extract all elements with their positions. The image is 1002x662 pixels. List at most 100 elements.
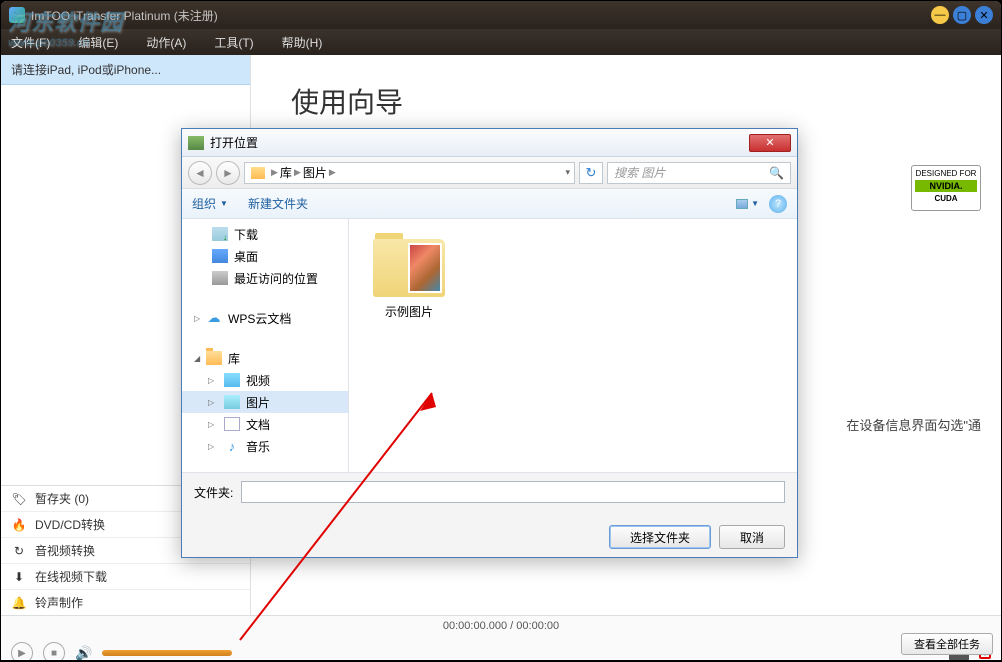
tree-label: 下载 — [234, 226, 258, 243]
select-folder-button[interactable]: 选择文件夹 — [609, 525, 711, 549]
download-icon: ⬇ — [11, 569, 27, 585]
folder-content-pane[interactable]: 示例图片 — [349, 219, 797, 472]
foldername-label: 文件夹: — [194, 484, 233, 501]
dialog-titlebar: 打开位置 ✕ — [182, 129, 797, 157]
collapse-icon[interactable]: ◢ — [194, 354, 200, 363]
music-icon: ♪ — [224, 439, 240, 453]
sidebar-item-label: 铃声制作 — [35, 594, 83, 611]
fire-icon: 🔥 — [11, 517, 27, 533]
recent-icon — [212, 271, 228, 285]
folder-icon — [251, 167, 265, 179]
tree-item-pictures[interactable]: ▷图片 — [182, 391, 348, 413]
menu-file[interactable]: 文件(F) — [11, 34, 50, 51]
sidebar-item-label: 暂存夹 (0) — [35, 490, 89, 507]
menu-help[interactable]: 帮助(H) — [282, 34, 323, 51]
maximize-button[interactable]: ▢ — [953, 6, 971, 24]
wizard-title: 使用向导 — [291, 81, 981, 121]
tag-icon: 🏷 — [11, 491, 27, 507]
menu-action[interactable]: 动作(A) — [146, 34, 186, 51]
tree-item-library[interactable]: ◢库 — [182, 347, 348, 369]
video-icon — [224, 373, 240, 387]
documents-icon — [224, 417, 240, 431]
search-input[interactable]: 搜索 图片 🔍 — [607, 162, 791, 184]
open-location-dialog: 打开位置 ✕ ◄ ► ▶ 库 ▶ 图片 ▶ ▾ ↻ 搜索 图片 🔍 组织 ▼ 新… — [181, 128, 798, 558]
volume-icon[interactable]: 🔊 — [75, 645, 92, 661]
view-icon — [736, 199, 748, 209]
pictures-icon — [224, 395, 240, 409]
folder-icon — [373, 239, 445, 297]
nav-back-button[interactable]: ◄ — [188, 161, 212, 185]
tree-label: WPS云文档 — [228, 310, 291, 327]
chevron-right-icon: ▶ — [271, 167, 278, 178]
window-title: ImTOO iTransfer Platinum (未注册) — [31, 7, 931, 24]
expand-icon[interactable]: ▷ — [208, 442, 214, 451]
breadcrumb-item[interactable]: 图片 — [303, 164, 327, 181]
dialog-close-button[interactable]: ✕ — [749, 134, 791, 152]
refresh-icon: ↻ — [11, 543, 27, 559]
tree-item-recent[interactable]: 最近访问的位置 — [182, 267, 348, 289]
nvidia-cuda-badge: DESIGNED FOR NVIDIA. CUDA — [911, 165, 981, 211]
expand-icon[interactable]: ▷ — [208, 420, 214, 429]
minimize-button[interactable]: — — [931, 6, 949, 24]
menu-tools[interactable]: 工具(T) — [214, 34, 253, 51]
tree-label: 库 — [228, 350, 240, 367]
tree-item-video[interactable]: ▷ 视频 — [182, 369, 348, 391]
toolbar-label: 组织 — [192, 195, 216, 212]
sidebar-item-label: DVD/CD转换 — [35, 516, 105, 533]
sidebar-item-download[interactable]: ⬇ 在线视频下载 — [1, 563, 250, 589]
chevron-down-icon: ▼ — [220, 199, 228, 208]
library-icon — [206, 351, 222, 365]
tree-item-downloads[interactable]: 下载 — [182, 223, 348, 245]
tree-item-desktop[interactable]: 桌面 — [182, 245, 348, 267]
dialog-toolbar: 组织 ▼ 新建文件夹 ▼ ? — [182, 189, 797, 219]
nav-forward-button[interactable]: ► — [216, 161, 240, 185]
dialog-icon — [188, 136, 204, 150]
sidebar-item-ringtone[interactable]: 🔔 铃声制作 — [1, 589, 250, 615]
search-placeholder: 搜索 图片 — [614, 164, 665, 181]
tree-item-music[interactable]: ▷ ♪ 音乐 — [182, 435, 348, 457]
expand-icon[interactable]: ▷ — [208, 398, 214, 407]
chevron-down-icon[interactable]: ▾ — [565, 167, 570, 178]
bell-icon: 🔔 — [11, 595, 27, 611]
chevron-right-icon: ▶ — [329, 167, 336, 178]
chevron-down-icon: ▼ — [751, 199, 759, 208]
play-button[interactable]: ▶ — [11, 642, 33, 660]
menubar: 文件(F) 编辑(E) 动作(A) 工具(T) 帮助(H) — [1, 29, 1001, 55]
cloud-icon: ☁ — [206, 311, 222, 325]
nvidia-logo: NVIDIA. — [915, 180, 977, 192]
close-button[interactable]: ✕ — [975, 6, 993, 24]
tree-label: 最近访问的位置 — [234, 270, 318, 287]
organize-menu[interactable]: 组织 ▼ — [192, 195, 228, 212]
tree-label: 视频 — [246, 372, 270, 389]
expand-icon[interactable]: ▷ — [194, 314, 200, 323]
badge-text: CUDA — [915, 194, 977, 203]
time-display: 00:00:00.000 / 00:00:00 — [11, 620, 991, 634]
search-icon: 🔍 — [769, 166, 784, 180]
volume-slider[interactable] — [102, 650, 232, 656]
app-icon — [9, 7, 25, 23]
folder-sample-pictures[interactable]: 示例图片 — [369, 239, 449, 320]
view-all-tasks-button[interactable]: 查看全部任务 — [901, 633, 993, 655]
hint-text: 在设备信息界面勾选"通 — [846, 415, 981, 434]
tree-item-wps[interactable]: ▷ ☁ WPS云文档 — [182, 307, 348, 329]
cancel-button[interactable]: 取消 — [719, 525, 785, 549]
view-mode-button[interactable]: ▼ — [736, 199, 759, 209]
folder-tree: 下载 桌面 最近访问的位置 ▷☁WPS云文档 ◢库 ▷视频 ▷图片 ▷文档 ▷♪… — [182, 219, 349, 472]
breadcrumb[interactable]: ▶ 库 ▶ 图片 ▶ ▾ — [244, 162, 575, 184]
sidebar-item-label: 在线视频下载 — [35, 568, 107, 585]
foldername-input[interactable] — [241, 481, 785, 503]
new-folder-button[interactable]: 新建文件夹 — [248, 195, 308, 212]
stop-button[interactable]: ■ — [43, 642, 65, 660]
tree-label: 音乐 — [246, 438, 270, 455]
device-connect-note: 请连接iPad, iPod或iPhone... — [1, 55, 250, 85]
menu-edit[interactable]: 编辑(E) — [78, 34, 118, 51]
refresh-button[interactable]: ↻ — [579, 162, 603, 184]
sidebar-item-label: 音视频转换 — [35, 542, 95, 559]
dialog-navbar: ◄ ► ▶ 库 ▶ 图片 ▶ ▾ ↻ 搜索 图片 🔍 — [182, 157, 797, 189]
tree-item-documents[interactable]: ▷文档 — [182, 413, 348, 435]
expand-icon[interactable]: ▷ — [208, 376, 214, 385]
badge-text: DESIGNED FOR — [915, 169, 977, 178]
breadcrumb-item[interactable]: 库 — [280, 164, 292, 181]
help-button[interactable]: ? — [769, 195, 787, 213]
folder-label: 示例图片 — [369, 303, 449, 320]
